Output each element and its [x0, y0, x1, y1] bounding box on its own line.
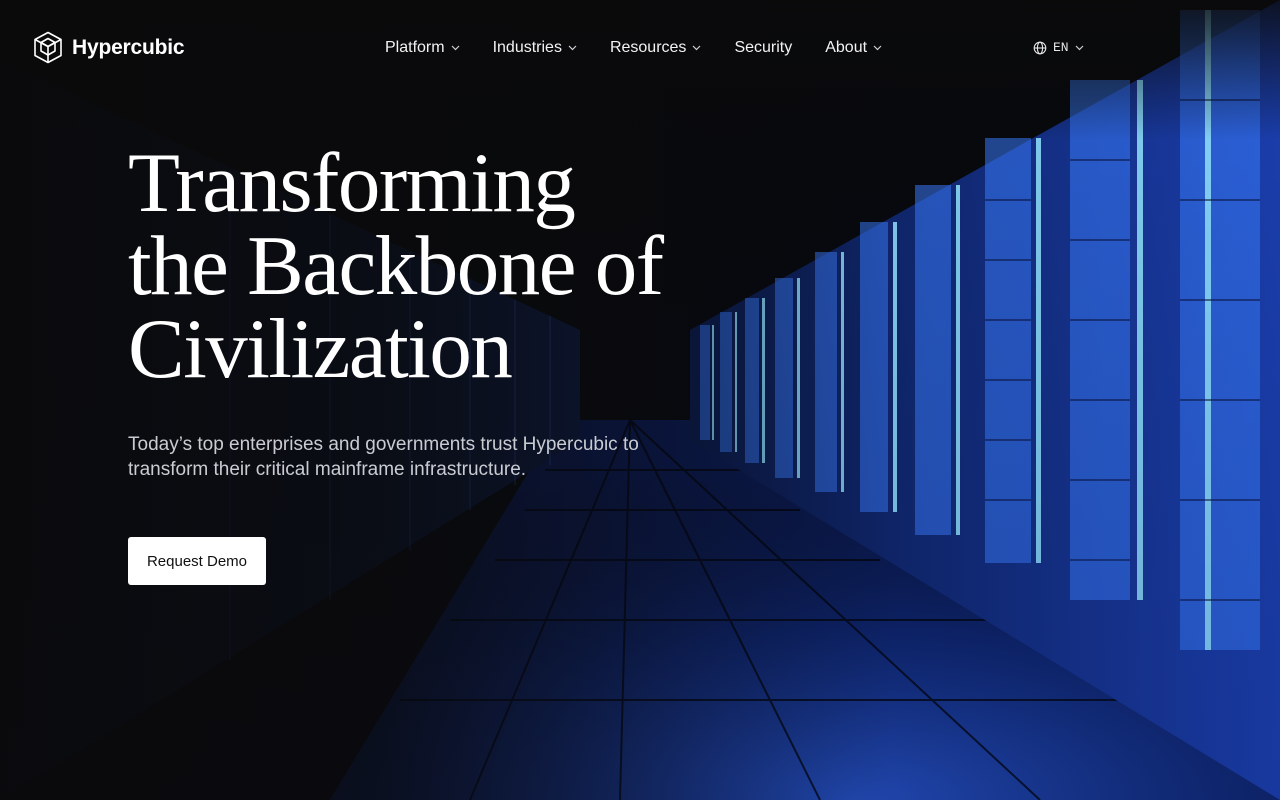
nav-item-security[interactable]: Security: [734, 37, 792, 59]
headline-line: Transforming: [128, 136, 576, 230]
nav-item-industries[interactable]: Industries: [493, 37, 577, 59]
cube-icon: [34, 31, 62, 64]
nav-item-resources[interactable]: Resources: [610, 37, 701, 59]
nav-item-about[interactable]: About: [825, 37, 882, 59]
chevron-down-icon: [568, 45, 577, 51]
request-demo-button[interactable]: Request Demo: [128, 537, 266, 585]
globe-icon: [1033, 41, 1047, 55]
hero-background-image: [0, 0, 1280, 800]
nav-item-platform[interactable]: Platform: [385, 37, 460, 59]
language-label: EN: [1053, 40, 1069, 55]
headline-line: the Backbone of: [128, 219, 664, 313]
chevron-down-icon: [1075, 45, 1084, 51]
nav-item-label: Platform: [385, 39, 445, 56]
hero-headline: Transforming the Backbone of Civilizatio…: [128, 136, 768, 396]
nav-item-label: Resources: [609, 39, 687, 56]
language-selector[interactable]: EN: [1033, 39, 1084, 57]
brand-logo[interactable]: Hypercubic: [33, 31, 185, 64]
subtext-line: Today’s top enterprises and governments …: [128, 434, 639, 455]
chevron-down-icon: [451, 45, 460, 51]
main-nav: Platform Industries Resources Security A…: [385, 37, 882, 59]
nav-item-label: About: [825, 39, 868, 56]
nav-item-label: Security: [734, 39, 793, 56]
brand-name: Hypercubic: [72, 35, 185, 59]
chevron-down-icon: [692, 45, 701, 51]
site-header: Hypercubic Platform Industries Resources…: [0, 0, 1280, 96]
headline-line: Civilization: [128, 302, 513, 396]
subtext-line: transform their critical mainframe infra…: [128, 459, 527, 480]
page: Hypercubic Platform Industries Resources…: [0, 0, 1280, 800]
hero-subtext: Today’s top enterprises and governments …: [128, 432, 688, 482]
chevron-down-icon: [873, 45, 882, 51]
nav-item-label: Industries: [492, 39, 562, 56]
